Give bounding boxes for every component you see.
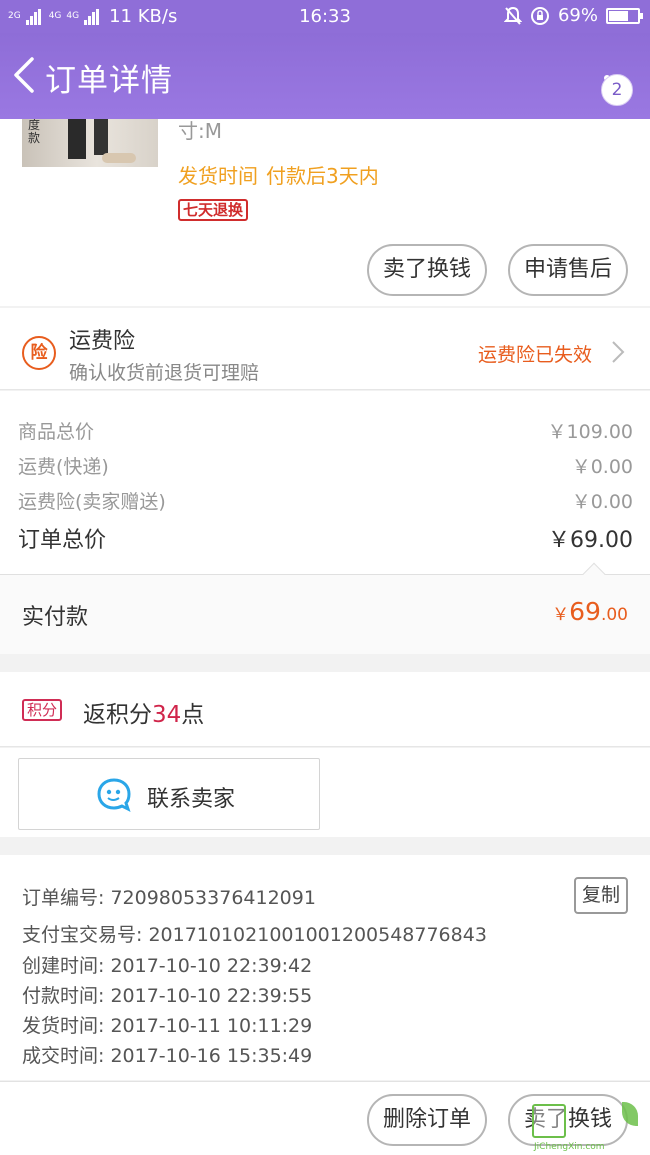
chevron-right-icon: [612, 341, 625, 363]
watermark-logo: [532, 1104, 566, 1138]
paid-amount-row: 实付款 ￥69.00: [0, 562, 650, 654]
ship-time-label: 发货时间: [178, 164, 258, 188]
paid-time: 付款时间: 2017-10-10 22:39:55: [22, 985, 313, 1007]
copy-button[interactable]: 复制: [574, 877, 628, 914]
product-sku: 寸:M: [178, 119, 222, 143]
points-tag: 积分: [22, 699, 63, 721]
points-suffix: 点: [181, 702, 205, 728]
price-label: 运费险(卖家赠送): [18, 491, 166, 513]
bell-off-icon: [503, 6, 522, 25]
chat-bubble-icon: [97, 778, 131, 812]
paid-decimal: .00: [600, 605, 628, 625]
price-row-shipping: 运费(快递) ￥0.00: [18, 452, 633, 479]
created-time: 创建时间: 2017-10-10 22:39:42: [22, 955, 313, 977]
total-label: 订单总价: [18, 528, 107, 553]
status-bar: 2G 4G 4G 11 KB/s 16:33 69%: [0, 0, 650, 33]
after-sales-button[interactable]: 申请售后: [508, 244, 628, 296]
price-value: ￥109.00: [547, 421, 633, 443]
price-row-total: 订单总价 ￥69.00: [18, 522, 633, 554]
nav-bar: 订单详情 2: [0, 33, 650, 119]
insurance-title: 运费险: [69, 329, 136, 354]
paid-value: ￥69.00: [552, 597, 628, 626]
contact-seller-button[interactable]: 联系卖家: [18, 758, 320, 830]
order-info: 订单编号: 72098053376412091 复制 支付宝交易号: 20171…: [0, 855, 650, 1080]
price-row-goods: 商品总价 ￥109.00: [18, 417, 633, 444]
paid-currency: ￥: [552, 605, 570, 625]
product-thumbnail[interactable]: 度款: [22, 119, 158, 167]
order-number: 订单编号: 72098053376412091: [22, 887, 316, 909]
points-prefix: 返积分: [83, 702, 152, 728]
paid-label: 实付款: [22, 605, 89, 630]
contact-seller-label: 联系卖家: [147, 787, 236, 812]
sell-for-cash-button[interactable]: 卖了换钱: [367, 244, 487, 296]
paid-integer: 69: [569, 597, 601, 626]
chevron-left-icon[interactable]: [10, 53, 40, 97]
battery-icon: [606, 7, 643, 24]
total-value: ￥69.00: [548, 528, 633, 553]
price-label: 运费(快递): [18, 456, 109, 478]
insurance-status: 运费险已失效: [478, 344, 593, 366]
ship-time: 发货时间 付款后3天内: [178, 160, 379, 189]
shipped-time: 发货时间: 2017-10-11 10:11:29: [22, 1015, 313, 1037]
product-card: 度款 寸:M 发货时间 付款后3天内 七天退换 卖了换钱 申请售后: [0, 119, 650, 306]
freight-insurance-row[interactable]: 险 运费险 确认收货前退货可理赔 运费险已失效: [0, 308, 650, 390]
battery-percent: 69%: [557, 5, 598, 26]
lock-rotation-icon: [530, 6, 549, 25]
price-label: 商品总价: [18, 421, 95, 443]
page-title: 订单详情: [45, 63, 173, 99]
thumb-text: 度款: [28, 119, 41, 145]
battery-fill: [609, 10, 628, 21]
alipay-number: 支付宝交易号: 2017101021001001200548776843: [22, 924, 487, 946]
status-right: 69%: [503, 5, 643, 26]
price-value: ￥0.00: [571, 491, 633, 513]
completed-time: 成交时间: 2017-10-16 15:35:49: [22, 1045, 313, 1067]
watermark: JiChengXin.com: [532, 1102, 644, 1154]
ship-time-value: 付款后3天内: [266, 164, 379, 188]
price-row-insurance: 运费险(卖家赠送) ￥0.00: [18, 487, 633, 514]
message-count-badge[interactable]: 2: [601, 74, 633, 106]
delete-order-button[interactable]: 删除订单: [367, 1094, 487, 1146]
points-text: 返积分34点: [83, 695, 204, 729]
watermark-leaf: [622, 1102, 638, 1126]
seven-day-return-tag: 七天退换: [178, 199, 249, 221]
contact-section: 联系卖家: [0, 748, 650, 837]
price-summary: 商品总价 ￥109.00 运费(快递) ￥0.00 运费险(卖家赠送) ￥0.0…: [0, 391, 650, 574]
price-value: ￥0.00: [571, 456, 633, 478]
insurance-icon: 险: [22, 336, 56, 370]
points-count: 34: [152, 702, 182, 728]
watermark-text: JiChengXin.com: [534, 1142, 605, 1152]
insurance-subtitle: 确认收货前退货可理赔: [69, 362, 260, 384]
points-row: 积分 返积分34点: [0, 672, 650, 747]
